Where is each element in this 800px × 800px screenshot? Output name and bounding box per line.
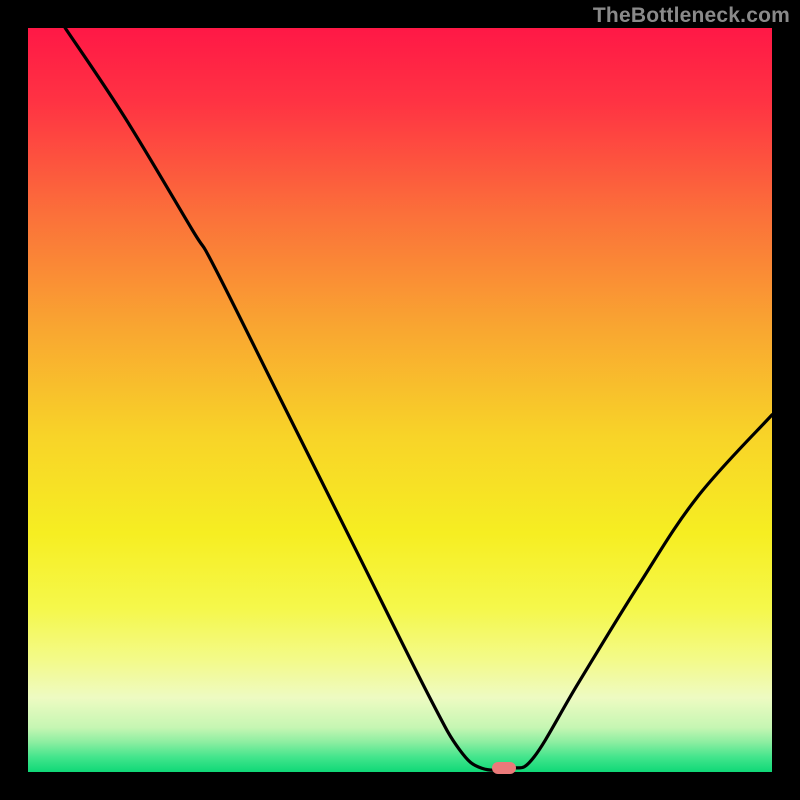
plot-area bbox=[28, 28, 772, 772]
optimum-marker bbox=[492, 762, 516, 774]
chart-stage: TheBottleneck.com bbox=[0, 0, 800, 800]
watermark-text: TheBottleneck.com bbox=[593, 4, 790, 28]
